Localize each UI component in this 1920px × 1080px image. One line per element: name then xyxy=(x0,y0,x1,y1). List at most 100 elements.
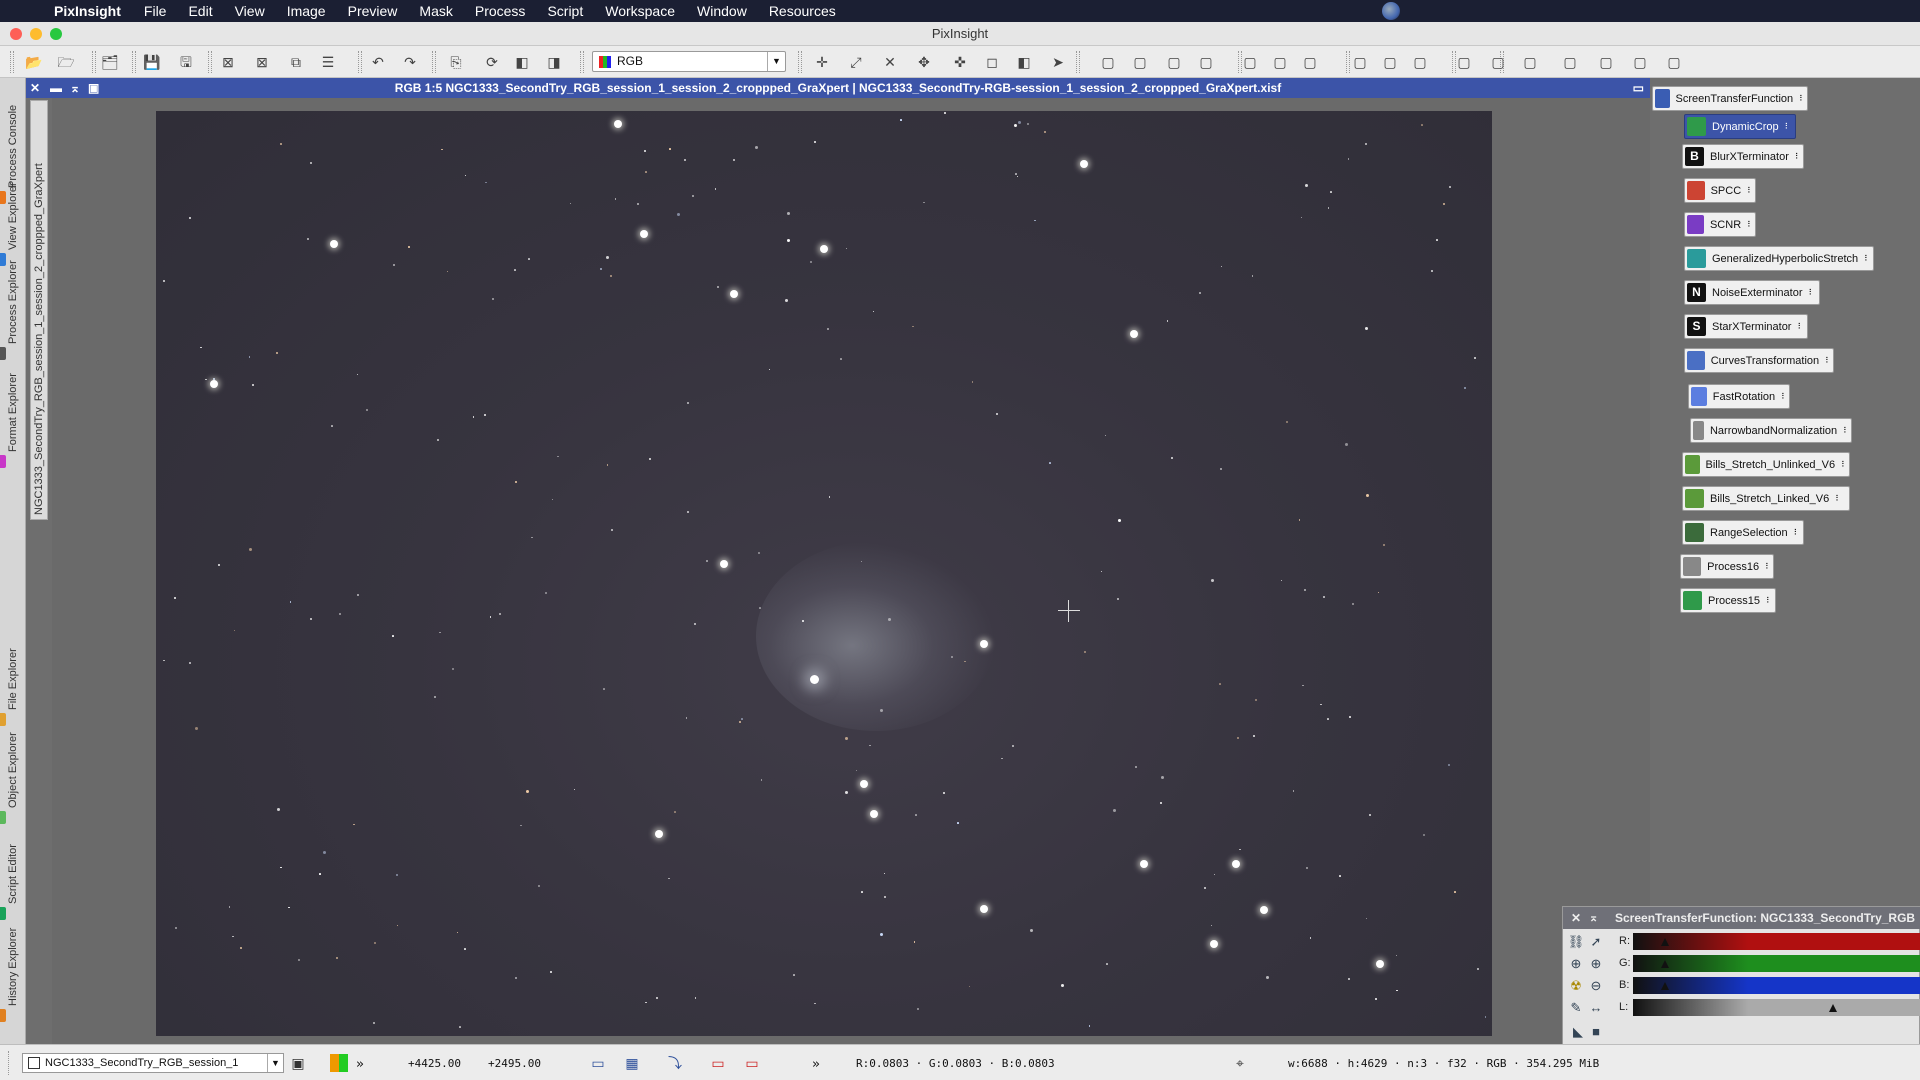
display-icon[interactable]: ▭ xyxy=(588,1054,608,1074)
zoom-fit-icon[interactable]: ⤢ xyxy=(846,52,866,72)
stf-channel-slider[interactable] xyxy=(1633,955,1920,972)
open-folder-icon[interactable]: 🗁 xyxy=(56,52,76,72)
process-icon-scnr[interactable]: SCNR ⠇ xyxy=(1684,212,1756,237)
zoom-reset-icon[interactable]: ⊖ xyxy=(1587,977,1605,995)
midtones-handle-icon[interactable] xyxy=(1661,960,1669,968)
view-tool-icon[interactable]: ▢ xyxy=(1410,52,1430,72)
view-tool-icon[interactable]: ▢ xyxy=(1240,52,1260,72)
stf-close-icon[interactable]: ✕ xyxy=(1571,907,1581,929)
process-handle-icon[interactable]: ⠇ xyxy=(1765,562,1771,571)
view-tool-icon[interactable]: ▢ xyxy=(1454,52,1474,72)
process-icon-narrowbandnormalization[interactable]: NarrowbandNormalization ⠇ xyxy=(1690,418,1852,443)
process-handle-icon[interactable]: ⠇ xyxy=(1781,392,1787,401)
process-icon-starxterminator[interactable]: S StarXTerminator ⠇ xyxy=(1684,314,1808,339)
process-handle-icon[interactable]: ⠇ xyxy=(1747,220,1753,229)
view-tool-icon[interactable]: ▢ xyxy=(1164,52,1184,72)
process-handle-icon[interactable]: ⠇ xyxy=(1797,322,1803,331)
minimize-window-button[interactable] xyxy=(30,28,42,40)
process-icon-process16[interactable]: Process16 ⠇ xyxy=(1680,554,1774,579)
tab-file-explorer[interactable]: File Explorer xyxy=(0,638,24,726)
restore-image-icon[interactable]: ▭ xyxy=(1633,78,1644,98)
track-preview-icon[interactable]: ▭ xyxy=(742,1054,762,1074)
mask-icon[interactable]: ◨ xyxy=(544,52,564,72)
process-icon-fastrotation[interactable]: FastRotation ⠇ xyxy=(1688,384,1790,409)
shade-image-icon[interactable]: ⌅ xyxy=(70,78,80,98)
process-icon-dynamiccrop[interactable]: DynamicCrop ⠇ xyxy=(1684,114,1796,139)
status-menu-icon[interactable] xyxy=(1382,2,1400,20)
view-tool-icon[interactable]: ▢ xyxy=(1630,52,1650,72)
identify-icon[interactable]: ⟳ xyxy=(482,52,502,72)
fit-width-icon[interactable]: ↔ xyxy=(1587,999,1605,1017)
image-title-bar[interactable]: ✕ ▬ ⌅ ▣ RGB 1:5 NGC1333_SecondTry_RGB_se… xyxy=(26,78,1650,98)
view-tool-icon[interactable]: ▢ xyxy=(1488,52,1508,72)
process-icon-curvestransformation[interactable]: CurvesTransformation ⠇ xyxy=(1684,348,1834,373)
midtones-handle-icon[interactable] xyxy=(1661,938,1669,946)
properties-icon[interactable]: ☰ xyxy=(318,52,338,72)
auto-stretch-icon[interactable]: ☢ xyxy=(1567,977,1585,995)
maximize-image-icon[interactable]: ▣ xyxy=(88,78,99,98)
open-project-icon[interactable]: 🗂 xyxy=(100,52,120,72)
chevron-down-icon[interactable]: ▼ xyxy=(767,52,785,71)
zoom-in-icon[interactable]: ⊕ xyxy=(1567,955,1585,973)
menu-image[interactable]: Image xyxy=(287,3,326,19)
move-icon[interactable]: ✥ xyxy=(914,52,934,72)
crop-icon[interactable]: ◻ xyxy=(982,52,1002,72)
view-tool-icon[interactable]: ▢ xyxy=(1300,52,1320,72)
process-icon-process15[interactable]: Process15 ⠇ xyxy=(1680,588,1776,613)
menu-process[interactable]: Process xyxy=(475,3,526,19)
toolbar-more-icon[interactable]: » xyxy=(356,1057,364,1072)
process-icon-bills-stretch-linked-v6[interactable]: Bills_Stretch_Linked_V6 ⠇ xyxy=(1682,486,1850,511)
channel-select[interactable]: RGB ▼ xyxy=(592,51,786,72)
view-tool-icon[interactable]: ▢ xyxy=(1380,52,1400,72)
stf-channel-slider[interactable] xyxy=(1633,977,1920,994)
menu-preview[interactable]: Preview xyxy=(348,3,398,19)
view-tool-icon[interactable]: ▢ xyxy=(1560,52,1580,72)
stf-shade-icon[interactable]: ⌅ xyxy=(1589,907,1598,929)
tab-script-editor[interactable]: Script Editor xyxy=(0,822,24,920)
app-name-menu[interactable]: PixInsight xyxy=(54,3,121,19)
pointer-icon[interactable]: ➤ xyxy=(1048,52,1068,72)
process-handle-icon[interactable]: ⠇ xyxy=(1799,94,1805,103)
chevron-down-icon[interactable]: ▼ xyxy=(267,1054,283,1072)
process-icon-spcc[interactable]: SPCC ⠇ xyxy=(1684,178,1756,203)
view-tool-icon[interactable]: ▢ xyxy=(1098,52,1118,72)
view-tool-icon[interactable]: ▢ xyxy=(1664,52,1684,72)
close-all-icon[interactable]: ⊠ xyxy=(252,52,272,72)
color-mode-icon[interactable] xyxy=(330,1054,348,1072)
extract-icon[interactable]: ⎘ xyxy=(446,52,466,72)
open-icon[interactable]: 📂 xyxy=(24,52,44,72)
crosshair-icon[interactable]: ⌖ xyxy=(1230,1054,1250,1074)
view-selector[interactable]: NGC1333_SecondTry_RGB_session_1 ▼ xyxy=(22,1053,284,1073)
process-handle-icon[interactable]: ⠇ xyxy=(1785,122,1791,131)
menu-script[interactable]: Script xyxy=(547,3,583,19)
process-handle-icon[interactable]: ⠇ xyxy=(1864,254,1870,263)
stf-title-bar[interactable]: ✕ ⌅ ScreenTransferFunction: NGC1333_Seco… xyxy=(1563,907,1920,929)
save-icon[interactable]: 💾 xyxy=(142,52,162,72)
menu-edit[interactable]: Edit xyxy=(188,3,212,19)
process-icon-screentransferfunction[interactable]: ScreenTransferFunction ⠇ xyxy=(1652,86,1808,111)
edit-params-icon[interactable]: ✎ xyxy=(1567,999,1585,1017)
view-tool-icon[interactable]: ▢ xyxy=(1350,52,1370,72)
process-icon-rangeselection[interactable]: RangeSelection ⠇ xyxy=(1682,520,1804,545)
process-handle-icon[interactable]: ⠇ xyxy=(1794,528,1800,537)
menu-resources[interactable]: Resources xyxy=(769,3,836,19)
color-icon[interactable]: ◧ xyxy=(512,52,532,72)
view-mode-icon[interactable]: ▣ xyxy=(288,1054,308,1074)
pan-icon[interactable]: ✛ xyxy=(812,52,832,72)
process-handle-icon[interactable]: ⠇ xyxy=(1841,460,1847,469)
process-handle-icon[interactable]: ⠇ xyxy=(1747,186,1753,195)
close-window-button[interactable] xyxy=(10,28,22,40)
process-handle-icon[interactable]: ⠇ xyxy=(1835,494,1841,503)
new-instance-icon[interactable]: ◣ xyxy=(1569,1023,1587,1041)
readout-more-icon[interactable]: » xyxy=(812,1057,820,1072)
midtones-handle-icon[interactable] xyxy=(1661,982,1669,990)
midtones-handle-icon[interactable] xyxy=(1829,1004,1837,1012)
undo-icon[interactable]: ↶ xyxy=(368,52,388,72)
zoom-out-icon[interactable]: ⊕ xyxy=(1587,955,1605,973)
process-handle-icon[interactable]: ⠇ xyxy=(1843,426,1849,435)
menu-view[interactable]: View xyxy=(235,3,265,19)
menu-mask[interactable]: Mask xyxy=(419,3,452,19)
menu-workspace[interactable]: Workspace xyxy=(605,3,675,19)
view-tool-icon[interactable]: ▢ xyxy=(1196,52,1216,72)
zoom-1-icon[interactable]: ✕ xyxy=(880,52,900,72)
